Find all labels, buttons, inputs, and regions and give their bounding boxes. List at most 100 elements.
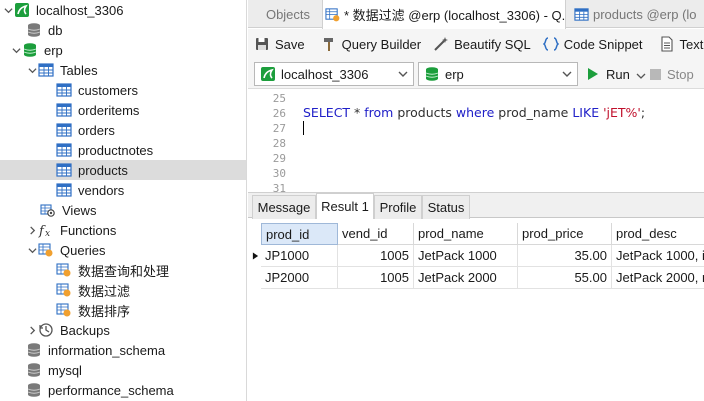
table-cell[interactable]: JetPack 2000 (414, 267, 518, 289)
tab-label: Profile (379, 200, 417, 215)
table-cell[interactable]: 35.00 (518, 245, 612, 267)
chevron-down-icon[interactable] (10, 40, 22, 60)
tab-message[interactable]: Message (252, 195, 316, 219)
tab-objects[interactable]: Objects (254, 0, 322, 28)
connection-bar: localhost_3306 erp Run Stop (248, 59, 704, 89)
tree-folder-queries[interactable]: Queries (0, 240, 246, 260)
beautify-sql-label: Beautify SQL (454, 36, 531, 52)
tree-table-vendors[interactable]: vendors (0, 180, 246, 200)
table-icon (56, 82, 72, 98)
table-cell[interactable]: 1005 (338, 267, 414, 289)
tree-label: db (48, 22, 63, 38)
tree-label: Queries (60, 242, 106, 258)
tree-db-information-schema[interactable]: information_schema (0, 340, 246, 360)
tree-connection-localhost[interactable]: localhost_3306 (0, 0, 246, 20)
sql-text: prod_name (494, 105, 573, 120)
column-header-prod-desc[interactable]: prod_desc (612, 223, 704, 245)
table-cell[interactable]: JetPack 1000 (414, 245, 518, 267)
table-cell[interactable]: 55.00 (518, 267, 612, 289)
chevron-down-icon[interactable] (26, 60, 38, 80)
save-button[interactable]: Save (248, 32, 311, 56)
tab-status[interactable]: Status (422, 195, 470, 219)
tab-label: Message (257, 200, 311, 215)
tree-label: information_schema (48, 342, 166, 358)
chevron-down-icon[interactable] (636, 69, 646, 79)
tree-label: mysql (48, 362, 82, 378)
connection-select[interactable]: localhost_3306 (254, 62, 414, 86)
table-icon (56, 182, 72, 198)
magic-wand-icon (433, 36, 449, 52)
text-label: Text (679, 36, 704, 52)
mysql-connection-icon (260, 66, 276, 82)
chevron-right-icon[interactable] (26, 320, 38, 340)
tree-label: Tables (60, 62, 98, 78)
tree-query-item[interactable]: 数据查询和处理 (0, 260, 246, 280)
tree-table-customers[interactable]: customers (0, 80, 246, 100)
column-header-prod-price[interactable]: prod_price (518, 223, 612, 245)
sql-keyword: LIKE (572, 105, 600, 120)
run-label: Run (606, 66, 630, 82)
tab-products[interactable]: products @erp (lo (572, 0, 704, 28)
chevron-down-icon[interactable] (26, 240, 38, 260)
query-icon (56, 262, 72, 278)
sql-statement: SELECT * from products where prod_name L… (303, 105, 645, 120)
tables-folder-icon (38, 62, 54, 78)
tree-table-orderitems[interactable]: orderitems (0, 100, 246, 120)
tree-label: customers (78, 82, 138, 98)
tree-db-mysql[interactable]: mysql (0, 360, 246, 380)
line-number: 27 (272, 122, 286, 135)
line-number: 26 (272, 107, 286, 120)
tab-label: Status (427, 200, 465, 215)
query-icon (56, 282, 72, 298)
tree-label: erp (44, 42, 63, 58)
text-button[interactable]: Text (653, 32, 704, 56)
database-icon (26, 342, 42, 358)
table-icon (56, 162, 72, 178)
tab-label: Objects (265, 6, 311, 22)
column-header-prod-name[interactable]: prod_name (414, 223, 518, 245)
query-builder-button[interactable]: Query Builder (315, 32, 427, 56)
tree-db-db[interactable]: db (0, 20, 246, 40)
tree-table-products[interactable]: products (0, 160, 246, 180)
tab-result-1[interactable]: Result 1 (316, 193, 374, 219)
column-header-vend-id[interactable]: vend_id (338, 223, 414, 245)
beautify-sql-button[interactable]: Beautify SQL (427, 32, 537, 56)
tree-folder-tables[interactable]: Tables (0, 60, 246, 80)
database-icon (26, 362, 42, 378)
result-grid[interactable]: prod_id vend_id prod_name prod_price pro… (248, 219, 704, 401)
stop-button[interactable]: Stop (650, 62, 694, 86)
tree-db-performance-schema[interactable]: performance_schema (0, 380, 246, 400)
tree-table-orders[interactable]: orders (0, 120, 246, 140)
table-cell[interactable]: 1005 (338, 245, 414, 267)
hammer-icon (321, 36, 337, 52)
run-button[interactable]: Run (586, 62, 646, 86)
sql-keyword: where (455, 105, 495, 120)
table-cell[interactable]: JetPack 2000, m (612, 267, 704, 289)
tree-label: Views (62, 202, 97, 218)
tab-query-filter[interactable]: * 数据过滤 @erp (localhost_3306) - Q... (322, 0, 566, 29)
table-cell[interactable]: JP2000 (261, 267, 338, 289)
tree-query-item[interactable]: 数据过滤 (0, 280, 246, 300)
line-number: 31 (272, 182, 286, 192)
tree-folder-views[interactable]: Views (0, 200, 246, 220)
chevron-down-icon[interactable] (2, 0, 14, 20)
table-cell[interactable]: JetPack 1000, in (612, 245, 704, 267)
queries-folder-icon (38, 242, 54, 258)
database-icon (26, 22, 42, 38)
database-open-icon (22, 42, 38, 58)
tab-profile[interactable]: Profile (374, 195, 422, 219)
sql-editor[interactable]: 25 26 27 28 29 30 31 SELECT * from produ… (248, 90, 704, 192)
column-header-prod-id[interactable]: prod_id (261, 223, 338, 245)
query-icon (56, 302, 72, 318)
sql-text: * (350, 105, 365, 120)
tree-query-item[interactable]: 数据排序 (0, 300, 246, 320)
tree-db-erp[interactable]: erp (0, 40, 246, 60)
table-cell[interactable]: JP1000 (261, 245, 338, 267)
code-snippet-button[interactable]: Code Snippet (537, 32, 649, 56)
tree-folder-backups[interactable]: Backups (0, 320, 246, 340)
tree-table-productnotes[interactable]: productnotes (0, 140, 246, 160)
chevron-right-icon[interactable] (26, 220, 38, 240)
sql-keyword: SELECT (303, 105, 351, 120)
tree-folder-functions[interactable]: fx Functions (0, 220, 246, 240)
database-select[interactable]: erp (418, 62, 578, 86)
